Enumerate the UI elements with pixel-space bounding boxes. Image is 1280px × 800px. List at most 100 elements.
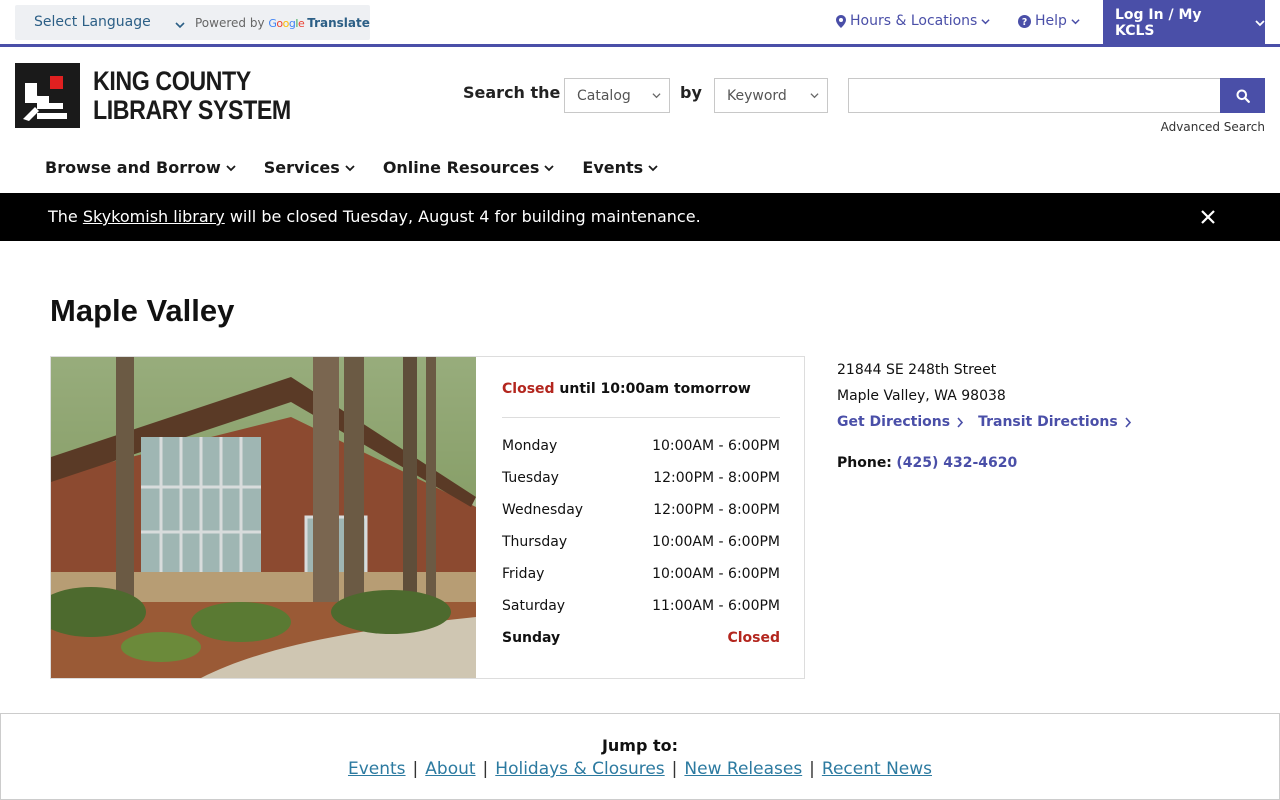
chevron-down-icon [652, 93, 661, 99]
hours-day: Saturday [502, 598, 566, 614]
search-button[interactable] [1220, 78, 1265, 113]
branch-card: Closed until 10:00am tomorrow Monday 10:… [50, 356, 805, 679]
chevron-down-icon [810, 93, 819, 99]
kcls-logo[interactable]: KING COUNTY LIBRARY SYSTEM [15, 63, 323, 128]
kcls-logo-icon [15, 63, 80, 128]
hours-time: 11:00AM - 6:00PM [652, 598, 780, 614]
nav-services[interactable]: Services [264, 158, 355, 177]
jump-to-links: Events | About | Holidays & Closures | New Rel… [1, 759, 1279, 779]
nav-item-label: Browse and Borrow [45, 158, 221, 177]
hours-day: Monday [502, 438, 558, 454]
select-language-dropdown[interactable]: Select Language [34, 14, 151, 30]
nav-item-label: Events [582, 158, 644, 177]
utility-bar: Select Language Powered by Google Transla… [0, 0, 1280, 47]
nav-events[interactable]: Events [582, 158, 658, 177]
logo-line1: KING COUNTY [93, 65, 251, 96]
chevron-down-icon [648, 164, 658, 171]
phone-number-link[interactable]: (425) 432-4620 [896, 455, 1017, 471]
get-directions-label: Get Directions [837, 414, 951, 430]
chevron-right-icon [1125, 416, 1131, 428]
chevron-down-icon [226, 164, 236, 171]
jump-new-releases-link[interactable]: New Releases [684, 759, 802, 779]
separator: | [809, 759, 815, 779]
hours-day: Sunday [502, 630, 561, 646]
hours-row: Friday 10:00AM - 6:00PM [502, 566, 780, 582]
page-title: Maple Valley [50, 293, 235, 328]
hours-row: Saturday 11:00AM - 6:00PM [502, 598, 780, 614]
search-label: Search the [463, 83, 561, 102]
transit-directions-label: Transit Directions [978, 414, 1118, 430]
jump-recent-news-link[interactable]: Recent News [822, 759, 932, 779]
advanced-search-link[interactable]: Advanced Search [1161, 120, 1265, 134]
help-menu[interactable]: ? Help [1018, 13, 1080, 29]
hours-time: Closed [727, 630, 780, 646]
search-scope-value: Catalog [577, 87, 631, 104]
separator: | [482, 759, 489, 779]
translate-link[interactable]: Translate [307, 16, 370, 30]
hours-time: 10:00AM - 6:00PM [652, 534, 780, 550]
search-type-select[interactable]: Keyword [714, 78, 828, 113]
status-detail: until 10:00am tomorrow [559, 381, 751, 397]
branch-address: 21844 SE 248th Street Maple Valley, WA 9… [837, 357, 1006, 409]
separator: | [671, 759, 678, 779]
chevron-down-icon [345, 164, 355, 171]
address-line2: Maple Valley, WA 98038 [837, 388, 1006, 404]
help-label: Help [1035, 13, 1067, 29]
alert-suffix: will be closed Tuesday, August 4 for bui… [229, 207, 701, 226]
jump-to-title: Jump to: [601, 736, 679, 755]
nav-browse-and-borrow[interactable]: Browse and Borrow [45, 158, 236, 177]
question-circle-icon: ? [1018, 14, 1031, 28]
search-icon [1236, 89, 1250, 103]
transit-directions-link[interactable]: Transit Directions [978, 414, 1132, 430]
open-status: Closed until 10:00am tomorrow [502, 381, 751, 397]
search-type-value: Keyword [727, 87, 787, 104]
search-input[interactable] [848, 78, 1221, 113]
jump-to-section: Jump to: Events | About | Holidays & Closure… [0, 713, 1280, 800]
phone-label: Phone: [837, 455, 892, 471]
logo-line2: LIBRARY SYSTEM [93, 94, 291, 125]
google-logo-icon: Google [268, 17, 305, 30]
powered-by-text: Powered by [195, 16, 265, 30]
hours-day: Thursday [502, 534, 568, 550]
close-icon[interactable] [1200, 209, 1216, 225]
jump-holidays-closures-link[interactable]: Holidays & Closures [495, 759, 664, 779]
google-translate-widget[interactable]: Select Language Powered by Google Transla… [15, 5, 370, 40]
powered-by-google: Powered by Google Translate [195, 16, 370, 30]
by-label: by [680, 83, 702, 102]
get-directions-link[interactable]: Get Directions [837, 414, 964, 430]
hours-row: Monday 10:00AM - 6:00PM [502, 438, 780, 454]
chevron-down-icon [544, 164, 555, 171]
jump-about-link[interactable]: About [425, 759, 475, 779]
nav-online-resources[interactable]: Online Resources [383, 158, 555, 177]
alert-prefix: The [48, 207, 78, 226]
skykomish-library-link[interactable]: Skykomish library [83, 207, 225, 226]
chevron-right-icon [957, 416, 964, 428]
nav-item-label: Online Resources [382, 158, 540, 177]
branch-phone: Phone: (425) 432-4620 [837, 455, 1017, 471]
login-my-kcls-button[interactable]: Log In / My KCLS [1103, 0, 1265, 45]
jump-events-link[interactable]: Events [348, 759, 406, 779]
svg-text:?: ? [1022, 17, 1027, 28]
address-line1: 21844 SE 248th Street [837, 362, 997, 378]
hours-day: Tuesday [502, 470, 559, 486]
directions-links: Get Directions Transit Directions [837, 414, 1132, 430]
alert-message: The Skykomish library will be closed Tue… [48, 207, 701, 226]
hours-row: Thursday 10:00AM - 6:00PM [502, 534, 780, 550]
hours-time: 10:00AM - 6:00PM [652, 566, 780, 582]
login-label: Log In / My KCLS [1115, 6, 1202, 39]
chevron-down-icon [1255, 19, 1265, 26]
hours-day: Friday [502, 566, 545, 582]
hours-locations-label: Hours & Locations [850, 13, 978, 29]
hours-time: 12:00PM - 8:00PM [653, 470, 780, 486]
chevron-down-icon [175, 15, 185, 34]
hours-time: 12:00PM - 8:00PM [653, 502, 780, 518]
nav-item-label: Services [263, 158, 340, 177]
logo-wordmark: KING COUNTY LIBRARY SYSTEM [93, 65, 291, 125]
alert-banner: The Skykomish library will be closed Tue… [0, 193, 1280, 241]
chevron-down-icon [981, 18, 990, 24]
hours-locations-menu[interactable]: Hours & Locations [836, 13, 990, 29]
branch-photo [51, 357, 476, 678]
hours-row: Wednesday 12:00PM - 8:00PM [502, 502, 780, 518]
hours-day: Wednesday [502, 502, 584, 518]
search-scope-select[interactable]: Catalog [564, 78, 670, 113]
